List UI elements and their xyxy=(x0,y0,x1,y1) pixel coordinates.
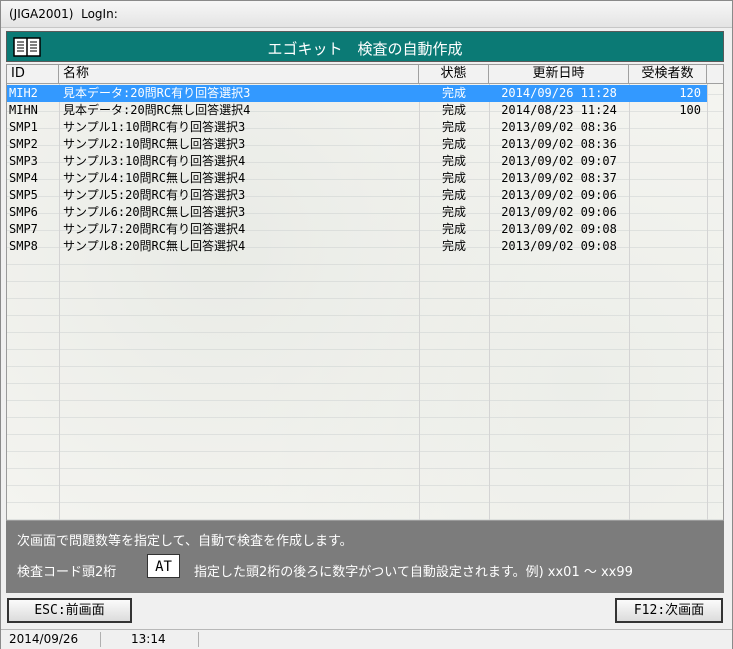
cell-status: 完成 xyxy=(441,188,466,202)
cell-id: SMP5 xyxy=(9,188,38,202)
table-row[interactable]: MIH2 見本データ:20問RC有り回答選択3 完成 2014/09/26 11:28… xyxy=(7,85,707,102)
column-header-status[interactable]: 状態 xyxy=(419,65,489,84)
cell-id: SMP4 xyxy=(9,171,38,185)
column-header-id[interactable]: ID xyxy=(7,65,59,84)
cell-name: サンプル5:20問RC有り回答選択3 xyxy=(63,188,246,202)
column-header-spacer xyxy=(707,65,723,84)
cell-id: MIH2 xyxy=(9,86,38,100)
cell-status: 完成 xyxy=(441,154,466,168)
next-screen-button[interactable]: F12:次画面 xyxy=(615,598,723,623)
cell-name: サンプル6:20問RC無し回答選択3 xyxy=(63,205,246,219)
cell-id: SMP6 xyxy=(9,205,38,219)
cell-status: 完成 xyxy=(441,171,466,185)
test-list[interactable]: ID 名称 状態 更新日時 受検者数 MIH2 見本データ:20問RC有り回答選択… xyxy=(6,64,724,521)
cell-count: 100 xyxy=(679,103,701,117)
table-row[interactable]: SMP3 サンプル3:10問RC有り回答選択4 完成 2013/09/02 09:07 xyxy=(7,153,707,170)
cell-count: 120 xyxy=(679,86,701,100)
table-row[interactable]: SMP8 サンプル8:20問RC無し回答選択4 完成 2013/09/02 09:08 xyxy=(7,238,707,255)
app-window: (JIGA2001) LogIn: エゴキット 検査の自動作成 ID 名称 状態… xyxy=(0,0,733,649)
cell-name: サンプル8:20問RC無し回答選択4 xyxy=(63,239,246,253)
status-bar: 2014/09/26 13:14 xyxy=(1,629,732,649)
cell-name: サンプル7:20問RC有り回答選択4 xyxy=(63,222,246,236)
cell-name: サンプル3:10問RC有り回答選択4 xyxy=(63,154,246,168)
cell-id: SMP8 xyxy=(9,239,38,253)
title-bar: (JIGA2001) LogIn: xyxy=(1,1,732,28)
page-title: エゴキット 検査の自動作成 xyxy=(267,40,463,58)
column-header-name[interactable]: 名称 xyxy=(59,65,419,84)
table-row[interactable]: MIHN 見本データ:20問RC無し回答選択4 完成 2014/08/23 11:24… xyxy=(7,102,707,119)
column-divider xyxy=(707,84,708,520)
cell-updated: 2013/09/02 09:06 xyxy=(501,205,617,219)
cell-status: 完成 xyxy=(441,86,466,100)
cell-updated: 2013/09/02 08:36 xyxy=(501,137,617,151)
cell-id: SMP7 xyxy=(9,222,38,236)
status-time: 13:14 xyxy=(101,632,199,647)
cell-id: SMP3 xyxy=(9,154,38,168)
cell-updated: 2013/09/02 08:37 xyxy=(501,171,617,185)
table-row[interactable]: SMP4 サンプル4:10問RC無し回答選択4 完成 2013/09/02 08:37 xyxy=(7,170,707,187)
cell-updated: 2013/09/02 09:08 xyxy=(501,239,617,253)
table-row[interactable]: SMP1 サンプル1:10問RC有り回答選択3 完成 2013/09/02 08:36 xyxy=(7,119,707,136)
cell-status: 完成 xyxy=(441,222,466,236)
code-hint: 指定した頭2桁の後ろに数字がついて自動設定されます。例) xx01 ～ xx99 xyxy=(194,565,633,580)
cell-name: 見本データ:20問RC有り回答選択3 xyxy=(63,86,251,100)
cell-status: 完成 xyxy=(441,137,466,151)
cell-updated: 2013/09/02 08:36 xyxy=(501,120,617,134)
info-panel: 次画面で問題数等を指定して、自動で検査を作成します。 検査コード頭2桁 AT 指… xyxy=(6,521,724,593)
cell-id: MIHN xyxy=(9,103,38,117)
cell-status: 完成 xyxy=(441,120,466,134)
table-row[interactable]: SMP6 サンプル6:20問RC無し回答選択3 完成 2013/09/02 09:06 xyxy=(7,204,707,221)
cell-updated: 2013/09/02 09:06 xyxy=(501,188,617,202)
code-label: 検査コード頭2桁 xyxy=(17,565,117,580)
cell-status: 完成 xyxy=(441,103,466,117)
info-text: 次画面で問題数等を指定して、自動で検査を作成します。 xyxy=(17,534,353,549)
cell-id: SMP2 xyxy=(9,137,38,151)
prev-screen-button[interactable]: ESC:前画面 xyxy=(7,598,132,623)
cell-id: SMP1 xyxy=(9,120,38,134)
column-header-count[interactable]: 受検者数 xyxy=(629,65,707,84)
cell-updated: 2013/09/02 09:07 xyxy=(501,154,617,168)
cell-name: サンプル1:10問RC有り回答選択3 xyxy=(63,120,246,134)
cell-name: サンプル4:10問RC無し回答選択4 xyxy=(63,171,246,185)
code-prefix-input[interactable]: AT xyxy=(147,554,180,578)
cell-updated: 2013/09/02 09:08 xyxy=(501,222,617,236)
cell-name: 見本データ:20問RC無し回答選択4 xyxy=(63,103,251,117)
window-title: (JIGA2001) LogIn: xyxy=(9,7,118,21)
table-row[interactable]: SMP2 サンプル2:10問RC無し回答選択3 完成 2013/09/02 08:36 xyxy=(7,136,707,153)
table-row[interactable]: SMP5 サンプル5:20問RC有り回答選択3 完成 2013/09/02 09:06 xyxy=(7,187,707,204)
column-header-updated[interactable]: 更新日時 xyxy=(489,65,629,84)
cell-updated: 2014/08/23 11:24 xyxy=(501,103,617,117)
table-row[interactable]: SMP7 サンプル7:20問RC有り回答選択4 完成 2013/09/02 09:08 xyxy=(7,221,707,238)
cell-status: 完成 xyxy=(441,205,466,219)
cell-name: サンプル2:10問RC無し回答選択3 xyxy=(63,137,246,151)
cell-status: 完成 xyxy=(441,239,466,253)
status-date: 2014/09/26 xyxy=(1,632,101,647)
header-banner: エゴキット 検査の自動作成 xyxy=(6,31,724,62)
cell-updated: 2014/09/26 11:28 xyxy=(501,86,617,100)
